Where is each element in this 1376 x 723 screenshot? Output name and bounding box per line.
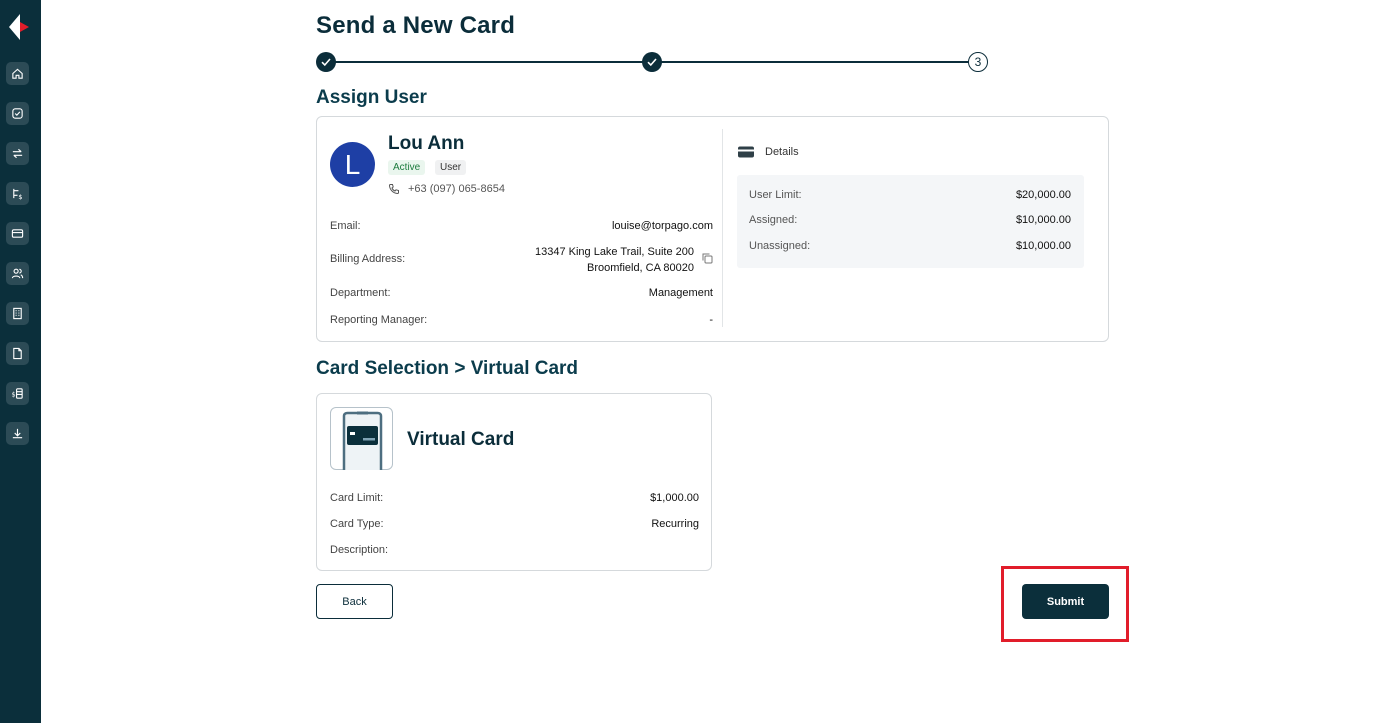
page-title: Send a New Card bbox=[316, 12, 516, 39]
status-badge: Active bbox=[388, 160, 426, 175]
card-limit-label: Card Limit: bbox=[330, 492, 384, 504]
step-1-complete-icon bbox=[316, 52, 336, 72]
email-value: louise@torpago.com bbox=[611, 220, 713, 232]
limits-panel: User Limit: $20,000.00 Assigned: $10,000… bbox=[737, 175, 1084, 268]
billing-address-line2: Broomfield, CA 80020 bbox=[586, 262, 694, 274]
avatar: L bbox=[330, 142, 375, 187]
billing-address-row: Billing Address: 13347 King Lake Trail, … bbox=[330, 244, 713, 276]
details-heading: Details bbox=[737, 145, 799, 159]
sidebar: $ $ bbox=[0, 0, 41, 723]
divider bbox=[722, 129, 723, 327]
card-selection-heading: Card Selection > Virtual Card bbox=[316, 358, 579, 379]
nav-home-icon[interactable] bbox=[6, 62, 29, 85]
phone-number: +63 (097) 065-8654 bbox=[408, 183, 505, 195]
copy-icon[interactable] bbox=[702, 253, 713, 264]
department-value: Management bbox=[648, 287, 713, 299]
email-label: Email: bbox=[330, 220, 361, 232]
back-button[interactable]: Back bbox=[316, 584, 393, 619]
user-limit-label: User Limit: bbox=[749, 189, 802, 201]
billing-address-label: Billing Address: bbox=[330, 253, 406, 265]
svg-text:$: $ bbox=[18, 193, 22, 200]
card-type-value: Recurring bbox=[651, 518, 699, 530]
nav-approvals-icon[interactable] bbox=[6, 102, 29, 125]
nav-users-icon[interactable] bbox=[6, 262, 29, 285]
assign-user-heading: Assign User bbox=[316, 87, 427, 108]
description-label: Description: bbox=[330, 544, 389, 556]
unassigned-label: Unassigned: bbox=[749, 240, 811, 252]
card-limit-value: $1,000.00 bbox=[650, 492, 699, 504]
phone-row: +63 (097) 065-8654 bbox=[388, 183, 505, 195]
department-label: Department: bbox=[330, 287, 391, 299]
reporting-manager-value: - bbox=[709, 314, 713, 326]
card-type-label: Card Type: bbox=[330, 518, 384, 530]
reporting-manager-label: Reporting Manager: bbox=[330, 314, 428, 326]
billing-address-line1: 13347 King Lake Trail, Suite 200 bbox=[534, 246, 694, 258]
wallet-icon bbox=[738, 146, 754, 158]
virtual-card-title: Virtual Card bbox=[407, 429, 515, 450]
stepper-line bbox=[660, 61, 980, 63]
nav-cards-icon[interactable] bbox=[6, 222, 29, 245]
nav-transfer-icon[interactable] bbox=[6, 142, 29, 165]
submit-button[interactable]: Submit bbox=[1022, 584, 1109, 619]
user-name: Lou Ann bbox=[388, 133, 465, 154]
brand-logo[interactable] bbox=[9, 14, 31, 40]
unassigned-value: $10,000.00 bbox=[1015, 240, 1071, 252]
nav-documents-icon[interactable] bbox=[6, 342, 29, 365]
billing-address-value: 13347 King Lake Trail, Suite 200 Broomfi… bbox=[535, 244, 694, 276]
step-3-indicator: 3 bbox=[968, 52, 988, 72]
svg-text:$: $ bbox=[11, 390, 15, 398]
user-limit-value: $20,000.00 bbox=[1015, 189, 1071, 201]
stepper-line bbox=[334, 61, 664, 63]
step-2-complete-icon bbox=[642, 52, 662, 72]
user-card: L Lou Ann Active User +63 (097) 065-8654… bbox=[316, 116, 1109, 342]
virtual-card-phone-icon bbox=[330, 407, 393, 470]
nav-cash-icon[interactable]: $ bbox=[6, 382, 29, 405]
phone-icon bbox=[388, 184, 399, 195]
nav-download-icon[interactable] bbox=[6, 422, 29, 445]
details-title: Details bbox=[765, 146, 799, 158]
nav-company-icon[interactable] bbox=[6, 302, 29, 325]
virtual-card-panel: Virtual Card Card Limit: $1,000.00 Card … bbox=[316, 393, 712, 571]
role-badge: User bbox=[435, 160, 467, 175]
assigned-label: Assigned: bbox=[749, 214, 798, 226]
nav-payment-routing-icon[interactable]: $ bbox=[6, 182, 29, 205]
progress-stepper: 3 bbox=[316, 52, 991, 72]
assigned-value: $10,000.00 bbox=[1015, 214, 1071, 226]
